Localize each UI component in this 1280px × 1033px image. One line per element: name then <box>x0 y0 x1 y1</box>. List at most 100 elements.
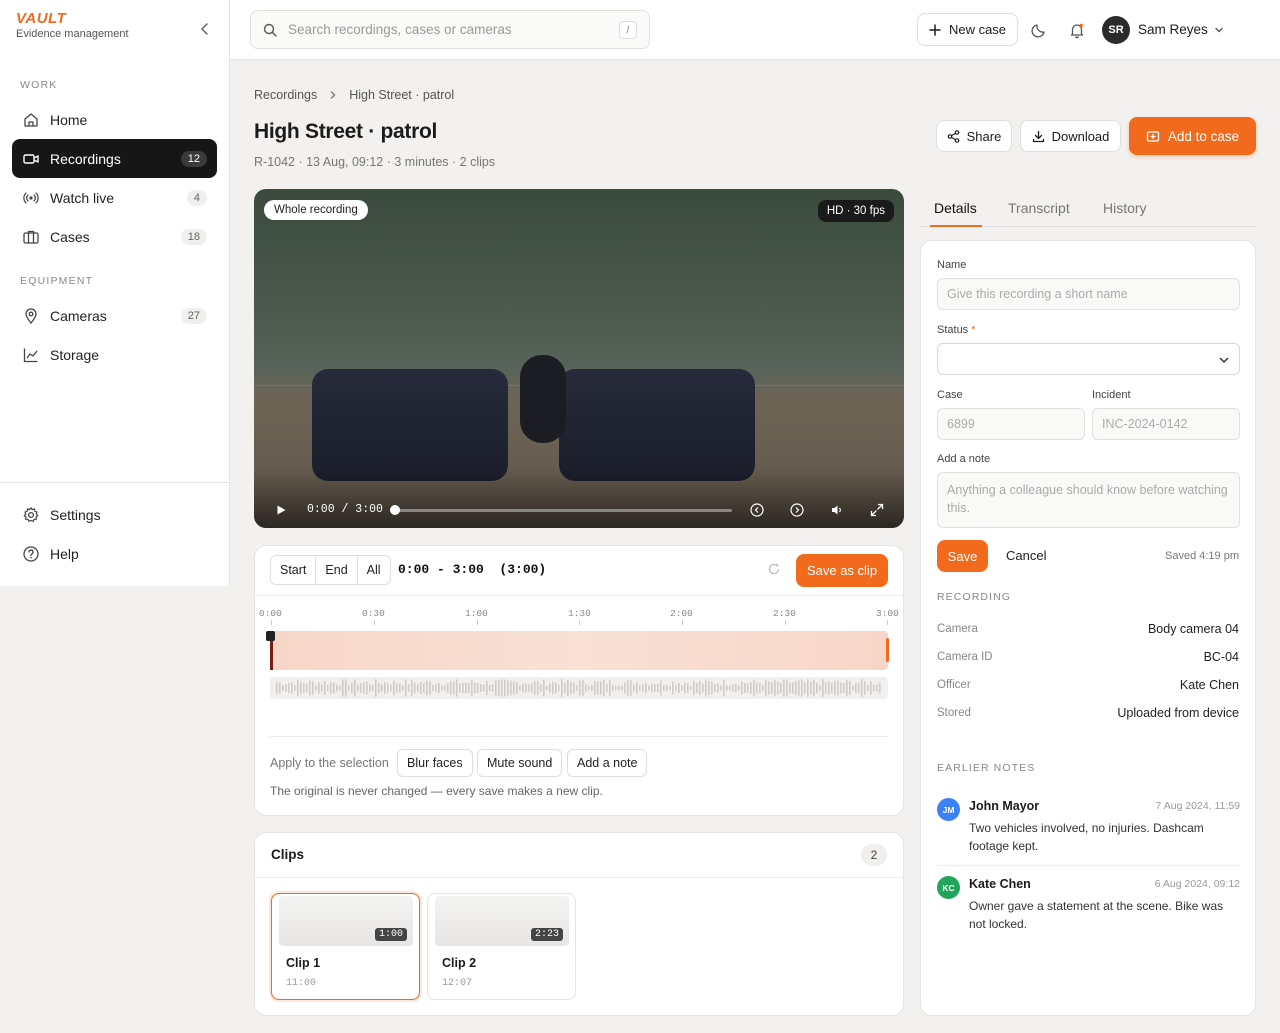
waveform-bar <box>831 683 833 693</box>
save-button[interactable]: Save <box>937 540 988 572</box>
share-label: Share <box>966 128 1002 144</box>
waveform-bar <box>879 682 881 694</box>
video-progress-handle[interactable] <box>390 505 400 515</box>
cancel-button[interactable]: Cancel <box>1006 548 1046 563</box>
waveform-bar <box>426 680 428 696</box>
sidebar-item-settings[interactable]: Settings <box>12 495 217 534</box>
sidebar-item-help[interactable]: Help <box>12 534 217 573</box>
waveform-bar <box>306 684 308 692</box>
waveform-bar <box>681 685 683 691</box>
timeline-tick <box>887 620 888 625</box>
clip-editor: Start End All 0:00 - 3:00 (3:00) Save as… <box>254 545 904 816</box>
waveform-bar <box>648 685 650 691</box>
new-case-button[interactable]: New case <box>917 13 1018 46</box>
sidebar-item-home[interactable]: Home <box>12 100 217 139</box>
waveform-bar <box>462 682 464 694</box>
sidebar-item-watch-live[interactable]: Watch live 4 <box>12 178 217 217</box>
waveform-bar <box>762 685 764 691</box>
fullscreen-icon[interactable] <box>870 503 884 517</box>
segment-end[interactable]: End <box>316 556 358 584</box>
case-label: Case <box>937 389 963 401</box>
clip-time: 11:00 <box>286 978 317 989</box>
video-progress-track[interactable] <box>394 509 732 512</box>
mute-sound-button[interactable]: Mute sound <box>477 749 563 777</box>
sidebar-item-storage[interactable]: Storage <box>12 335 217 374</box>
waveform-bar <box>876 684 878 692</box>
selection-end-handle[interactable] <box>886 638 889 662</box>
waveform-bar <box>606 684 608 692</box>
save-as-clip-button[interactable]: Save as clip <box>796 554 888 587</box>
add-note-button[interactable]: Add a note <box>567 749 648 777</box>
sidebar-item-recordings[interactable]: Recordings 12 <box>12 139 217 178</box>
waveform-bar <box>624 682 626 694</box>
note-textarea[interactable]: Anything a colleague should know before … <box>937 472 1240 528</box>
camera-id-value: BC-04 <box>1203 650 1239 664</box>
rewind-icon[interactable] <box>750 503 764 517</box>
clip-duration: 1:00 <box>374 928 407 941</box>
timeline-selection[interactable] <box>270 631 888 670</box>
user-avatar[interactable]: SR <box>1102 16 1130 44</box>
add-to-case-button[interactable]: Add to case <box>1129 117 1256 155</box>
collapse-sidebar-icon[interactable] <box>196 20 214 38</box>
clip-card[interactable]: 2:23 Clip 2 12:07 <box>427 893 576 1000</box>
clip-name: Clip 1 <box>286 956 321 970</box>
scope-pill[interactable]: Whole recording <box>264 200 368 220</box>
breadcrumb-recordings[interactable]: Recordings <box>254 88 317 102</box>
incident-field[interactable]: INC-2024-0142 <box>1092 408 1240 440</box>
segment-all[interactable]: All <box>358 556 390 584</box>
waveform-bar <box>825 682 827 694</box>
recording-name-field[interactable]: Give this recording a short name <box>937 278 1240 310</box>
dark-mode-moon-icon[interactable] <box>1030 21 1048 39</box>
required-marker: * <box>971 324 976 336</box>
chevron-down-icon[interactable] <box>1213 24 1225 36</box>
waveform-bar <box>345 679 347 697</box>
notification-bell-icon[interactable] <box>1068 21 1086 39</box>
search-input[interactable]: Search recordings, cases or cameras / <box>250 10 650 49</box>
clips-panel: Clips 2 1:00 Clip 1 11:00 2:23 Clip 2 12… <box>254 832 904 1016</box>
case-field[interactable]: 6899 <box>937 408 1085 440</box>
video-player[interactable]: Whole recording HD · 30 fps 0:00 / 3:00 <box>254 189 904 528</box>
waveform-bar <box>522 683 524 693</box>
sidebar-item-cameras[interactable]: Cameras 27 <box>12 296 217 335</box>
waveform-bar <box>432 685 434 691</box>
blur-faces-button[interactable]: Blur faces <box>397 749 473 777</box>
selection-range: 0:00 - 3:00 (3:00) <box>398 562 547 577</box>
waveform-bar <box>510 680 512 696</box>
waveform-bar <box>447 683 449 693</box>
status-select[interactable] <box>937 343 1240 375</box>
waveform-bar <box>321 684 323 692</box>
waveform-bar <box>768 681 770 695</box>
waveform-bar <box>354 679 356 697</box>
waveform-bar <box>459 683 461 693</box>
waveform-graphic <box>276 679 881 697</box>
waveform-bar <box>789 683 791 693</box>
audio-waveform <box>270 677 888 699</box>
download-button[interactable]: Download <box>1020 120 1121 152</box>
reset-selection-icon[interactable] <box>767 562 781 576</box>
user-name[interactable]: Sam Reyes <box>1138 22 1208 37</box>
count-badge: 4 <box>186 189 207 206</box>
stored-value: Uploaded from device <box>1117 706 1239 720</box>
timeline-playhead[interactable] <box>266 631 275 641</box>
volume-icon[interactable] <box>830 503 844 517</box>
tab-transcript[interactable]: Transcript <box>1008 200 1070 216</box>
segment-start[interactable]: Start <box>271 556 317 584</box>
video-controls: 0:00 / 3:00 <box>254 490 904 528</box>
waveform-bar <box>627 680 629 696</box>
section-label-equipment: EQUIPMENT <box>20 275 94 287</box>
timeline-tick <box>374 620 375 625</box>
clip-card[interactable]: 1:00 Clip 1 11:00 <box>271 893 420 1000</box>
share-button[interactable]: Share <box>936 120 1012 152</box>
waveform-bar <box>309 680 311 696</box>
waveform-bar <box>324 681 326 695</box>
sidebar-item-cases[interactable]: Cases 18 <box>12 217 217 256</box>
waveform-bar <box>744 682 746 694</box>
note-author-avatar: JM <box>937 798 960 821</box>
waveform-bar <box>846 679 848 697</box>
tab-history[interactable]: History <box>1103 200 1147 216</box>
brand[interactable]: VAULT Evidence management <box>16 11 129 40</box>
divider <box>937 865 1240 866</box>
play-icon[interactable] <box>274 503 288 517</box>
forward-icon[interactable] <box>790 503 804 517</box>
tab-details[interactable]: Details <box>934 200 977 216</box>
